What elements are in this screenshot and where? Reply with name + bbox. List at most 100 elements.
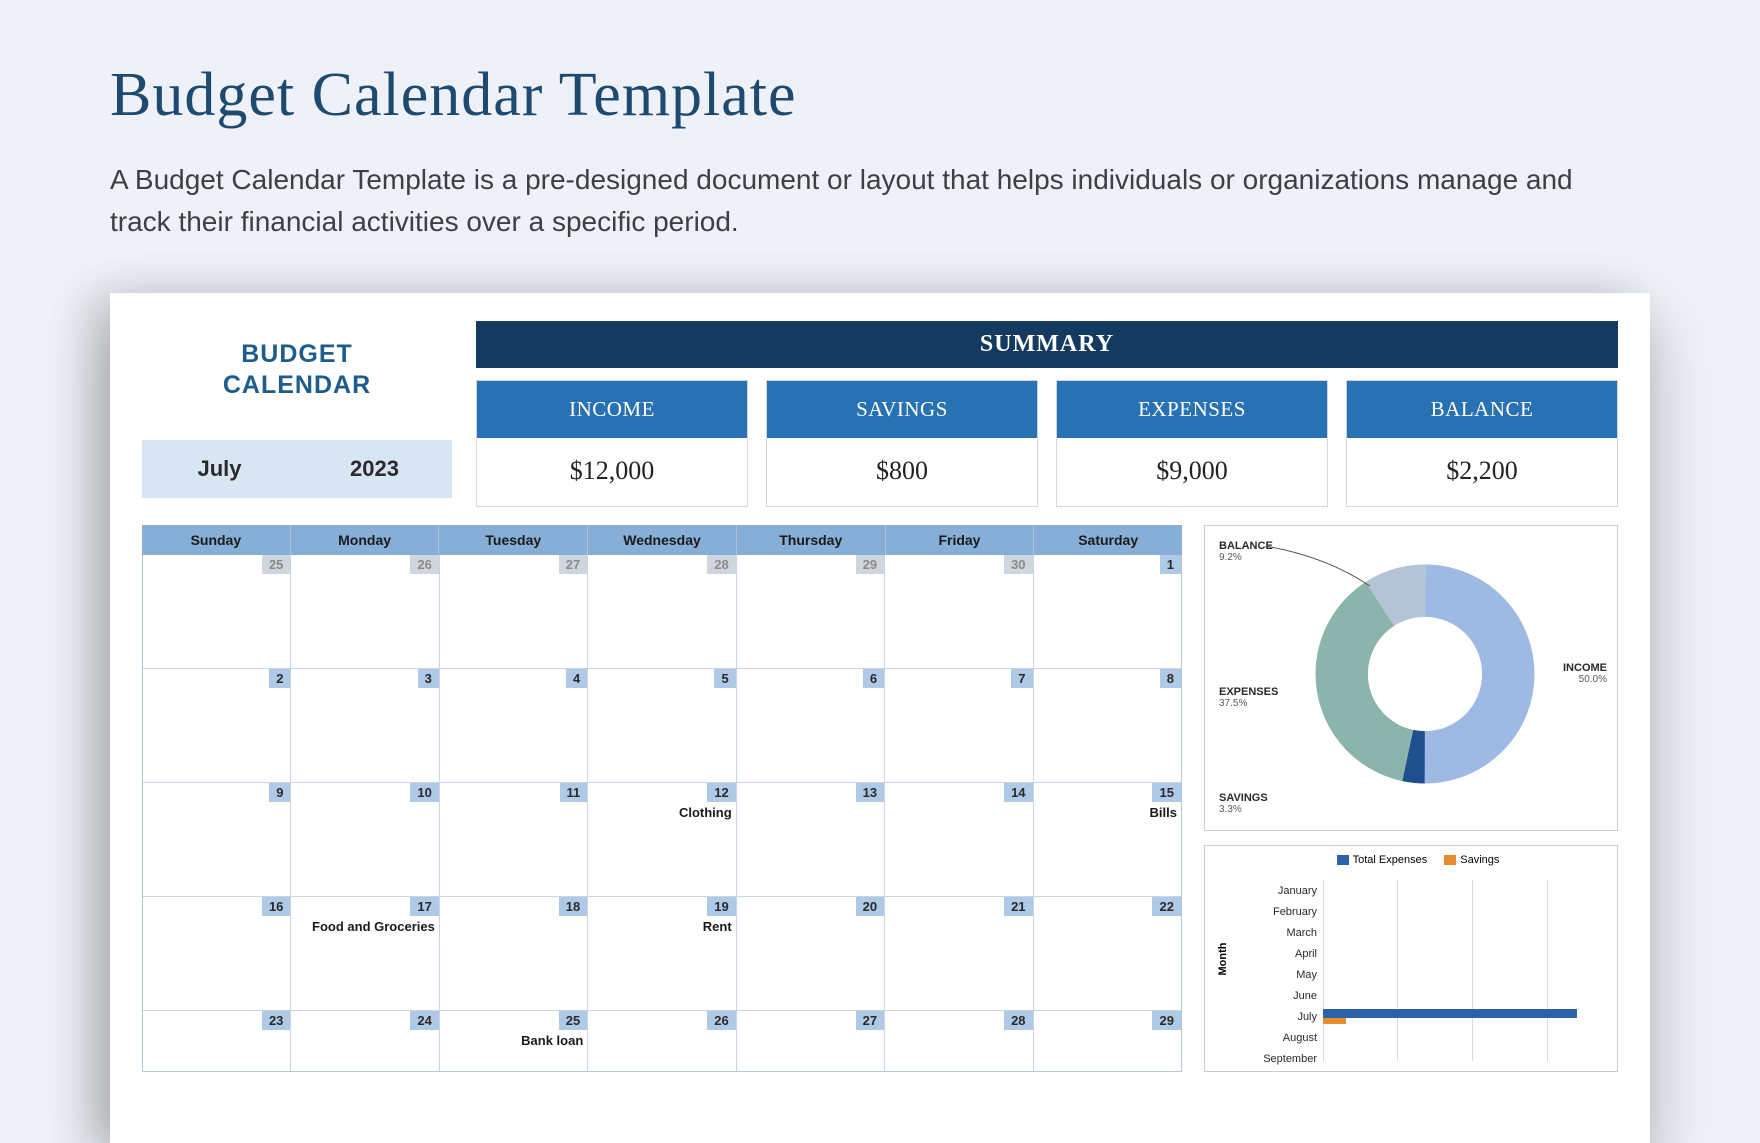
date-badge: 7 <box>1011 669 1032 688</box>
calendar-cell[interactable]: 7 <box>885 669 1033 782</box>
bar-category: April <box>1247 948 1323 960</box>
calendar-cell[interactable]: 13 <box>737 783 885 896</box>
card-value: $800 <box>767 438 1037 506</box>
calendar-cell[interactable]: 26 <box>588 1011 736 1071</box>
summary-card: EXPENSES$9,000 <box>1056 380 1328 507</box>
calendar-cell[interactable]: 2 <box>143 669 291 782</box>
date-badge: 13 <box>856 783 884 802</box>
calendar-cell[interactable]: 24 <box>291 1011 439 1071</box>
calendar-cell[interactable]: 8 <box>1034 669 1181 782</box>
card-label: INCOME <box>477 381 747 438</box>
summary-card: BALANCE$2,200 <box>1346 380 1618 507</box>
cell-note: Rent <box>703 919 732 934</box>
date-badge: 27 <box>559 555 587 574</box>
date-badge: 8 <box>1160 669 1181 688</box>
year-label: 2023 <box>297 440 452 498</box>
calendar-cell[interactable]: 11 <box>440 783 588 896</box>
bar-category: May <box>1247 969 1323 981</box>
date-badge: 21 <box>1004 897 1032 916</box>
date-badge: 24 <box>410 1011 438 1030</box>
bar-category: June <box>1247 990 1323 1002</box>
bar-category: July <box>1247 1011 1323 1023</box>
date-badge: 12 <box>707 783 735 802</box>
cell-note: Clothing <box>679 805 732 820</box>
summary-header: SUMMARY <box>476 321 1618 368</box>
calendar-cell[interactable]: 21 <box>885 897 1033 1010</box>
date-badge: 20 <box>856 897 884 916</box>
day-header: Tuesday <box>439 525 588 555</box>
calendar-cell[interactable]: 27 <box>440 555 588 668</box>
calendar-cell[interactable]: 15 Bills <box>1034 783 1181 896</box>
date-badge: 2 <box>269 669 290 688</box>
date-badge: 25 <box>262 555 290 574</box>
bar-row: July <box>1247 1006 1605 1027</box>
month-label: July <box>142 440 297 498</box>
calendar-cell[interactable]: 1 <box>1034 555 1181 668</box>
bar-category: February <box>1247 906 1323 918</box>
date-badge: 18 <box>559 897 587 916</box>
calendar-cell[interactable]: 3 <box>291 669 439 782</box>
calendar-cell[interactable]: 4 <box>440 669 588 782</box>
calendar: SundayMondayTuesdayWednesdayThursdayFrid… <box>142 525 1182 1072</box>
day-header: Monday <box>291 525 440 555</box>
date-badge: 3 <box>418 669 439 688</box>
month-year: July 2023 <box>142 440 452 498</box>
date-badge: 9 <box>269 783 290 802</box>
pie-savings-label: SAVINGS3.3% <box>1219 792 1268 815</box>
card-value: $12,000 <box>477 438 747 506</box>
cell-note: Bank loan <box>521 1033 583 1048</box>
date-badge: 4 <box>566 669 587 688</box>
calendar-cell[interactable]: 22 <box>1034 897 1181 1010</box>
date-badge: 19 <box>707 897 735 916</box>
bar-chart: Total Expenses Savings Month JanuaryFebr… <box>1204 845 1618 1072</box>
pie-income-label: INCOME50.0% <box>1563 662 1607 685</box>
date-badge: 23 <box>262 1011 290 1030</box>
cell-note: Food and Groceries <box>312 919 435 934</box>
page-description: A Budget Calendar Template is a pre-desi… <box>110 159 1610 243</box>
date-badge: 14 <box>1004 783 1032 802</box>
day-header: Saturday <box>1034 525 1182 555</box>
calendar-cell[interactable]: 5 <box>588 669 736 782</box>
calendar-cell[interactable]: 14 <box>885 783 1033 896</box>
bar-row: September <box>1247 1048 1605 1069</box>
calendar-cell[interactable]: 18 <box>440 897 588 1010</box>
calendar-cell[interactable]: 19 Rent <box>588 897 736 1010</box>
calendar-cell[interactable]: 30 <box>885 555 1033 668</box>
page-title: Budget Calendar Template <box>110 60 1650 131</box>
calendar-cell[interactable]: 27 <box>737 1011 885 1071</box>
calendar-cell[interactable]: 26 <box>291 555 439 668</box>
calendar-cell[interactable]: 12 Clothing <box>588 783 736 896</box>
date-badge: 28 <box>1004 1011 1032 1030</box>
card-label: BALANCE <box>1347 381 1617 438</box>
bar-legend: Total Expenses Savings <box>1205 846 1617 870</box>
card-value: $2,200 <box>1347 438 1617 506</box>
bar-row: May <box>1247 964 1605 985</box>
doc-title: BUDGETCALENDAR <box>142 321 452 416</box>
date-badge: 25 <box>559 1011 587 1030</box>
bar-category: September <box>1247 1053 1323 1065</box>
calendar-cell[interactable]: 25 <box>143 555 291 668</box>
date-badge: 1 <box>1160 555 1181 574</box>
date-badge: 15 <box>1152 783 1180 802</box>
calendar-cell[interactable]: 17Food and Groceries <box>291 897 439 1010</box>
calendar-cell[interactable]: 16 <box>143 897 291 1010</box>
date-badge: 28 <box>707 555 735 574</box>
calendar-cell[interactable]: 28 <box>885 1011 1033 1071</box>
date-badge: 6 <box>863 669 884 688</box>
cell-note: Bills <box>1149 805 1176 820</box>
bar-category: January <box>1247 885 1323 897</box>
card-label: EXPENSES <box>1057 381 1327 438</box>
date-badge: 22 <box>1152 897 1180 916</box>
date-badge: 27 <box>856 1011 884 1030</box>
calendar-cell[interactable]: 20 <box>737 897 885 1010</box>
calendar-cell[interactable]: 23 <box>143 1011 291 1071</box>
calendar-cell[interactable]: 29 <box>737 555 885 668</box>
calendar-cell[interactable]: 25 Bank loan <box>440 1011 588 1071</box>
calendar-cell[interactable]: 28 <box>588 555 736 668</box>
calendar-cell[interactable]: 9 <box>143 783 291 896</box>
calendar-cell[interactable]: 6 <box>737 669 885 782</box>
calendar-cell[interactable]: 10 <box>291 783 439 896</box>
pie-chart: BALANCE9.2% EXPENSES37.5% SAVINGS3.3% IN… <box>1204 525 1618 831</box>
calendar-cell[interactable]: 29 <box>1034 1011 1181 1071</box>
summary-card: SAVINGS$800 <box>766 380 1038 507</box>
